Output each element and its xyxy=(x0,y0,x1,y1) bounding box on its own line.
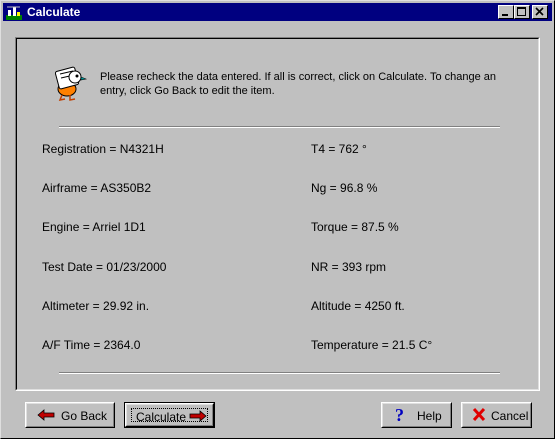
bottom-separator xyxy=(59,372,500,374)
arrow-left-icon xyxy=(37,409,55,421)
question-mark-icon: ? xyxy=(395,406,404,424)
calculate-window: Calculate Please recheck the data entere… xyxy=(0,0,555,439)
field-altitude: Altitude = 4250 ft. xyxy=(311,299,405,313)
instruction-message: Please recheck the data entered. If all … xyxy=(100,71,497,97)
title-bar[interactable]: Calculate xyxy=(3,3,552,21)
window-title: Calculate xyxy=(27,5,81,19)
go-back-button[interactable]: Go Back xyxy=(25,402,115,428)
calculate-button[interactable]: Calculate xyxy=(124,402,215,428)
field-t4: T4 = 762 ° xyxy=(311,142,367,156)
close-button[interactable] xyxy=(532,5,548,19)
field-af-time: A/F Time = 2364.0 xyxy=(42,338,141,352)
field-altimeter: Altimeter = 29.92 in. xyxy=(42,299,150,313)
field-airframe: Airframe = AS350B2 xyxy=(42,181,152,195)
field-temperature: Temperature = 21.5 C° xyxy=(311,338,433,352)
cancel-button[interactable]: Cancel xyxy=(461,402,532,428)
cancel-x-icon xyxy=(472,407,486,422)
clipboard-bird-icon xyxy=(54,66,88,102)
close-icon xyxy=(535,7,544,16)
top-separator xyxy=(59,126,500,128)
minimize-icon xyxy=(502,14,508,16)
app-icon xyxy=(6,6,22,20)
arrow-right-icon xyxy=(189,410,207,422)
maximize-icon xyxy=(517,7,526,16)
minimize-button[interactable] xyxy=(498,5,514,19)
maximize-button[interactable] xyxy=(514,5,530,19)
summary-panel: Please recheck the data entered. If all … xyxy=(15,37,540,391)
help-button[interactable]: ? Help xyxy=(381,402,452,428)
field-torque: Torque = 87.5 % xyxy=(311,220,399,234)
field-registration: Registration = N4321H xyxy=(42,142,164,156)
field-test-date: Test Date = 01/23/2000 xyxy=(42,260,167,274)
svg-text:?: ? xyxy=(395,406,404,424)
field-nr: NR = 393 rpm xyxy=(311,260,387,274)
field-engine: Engine = Arriel 1D1 xyxy=(42,220,146,234)
field-ng: Ng = 96.8 % xyxy=(311,181,378,195)
